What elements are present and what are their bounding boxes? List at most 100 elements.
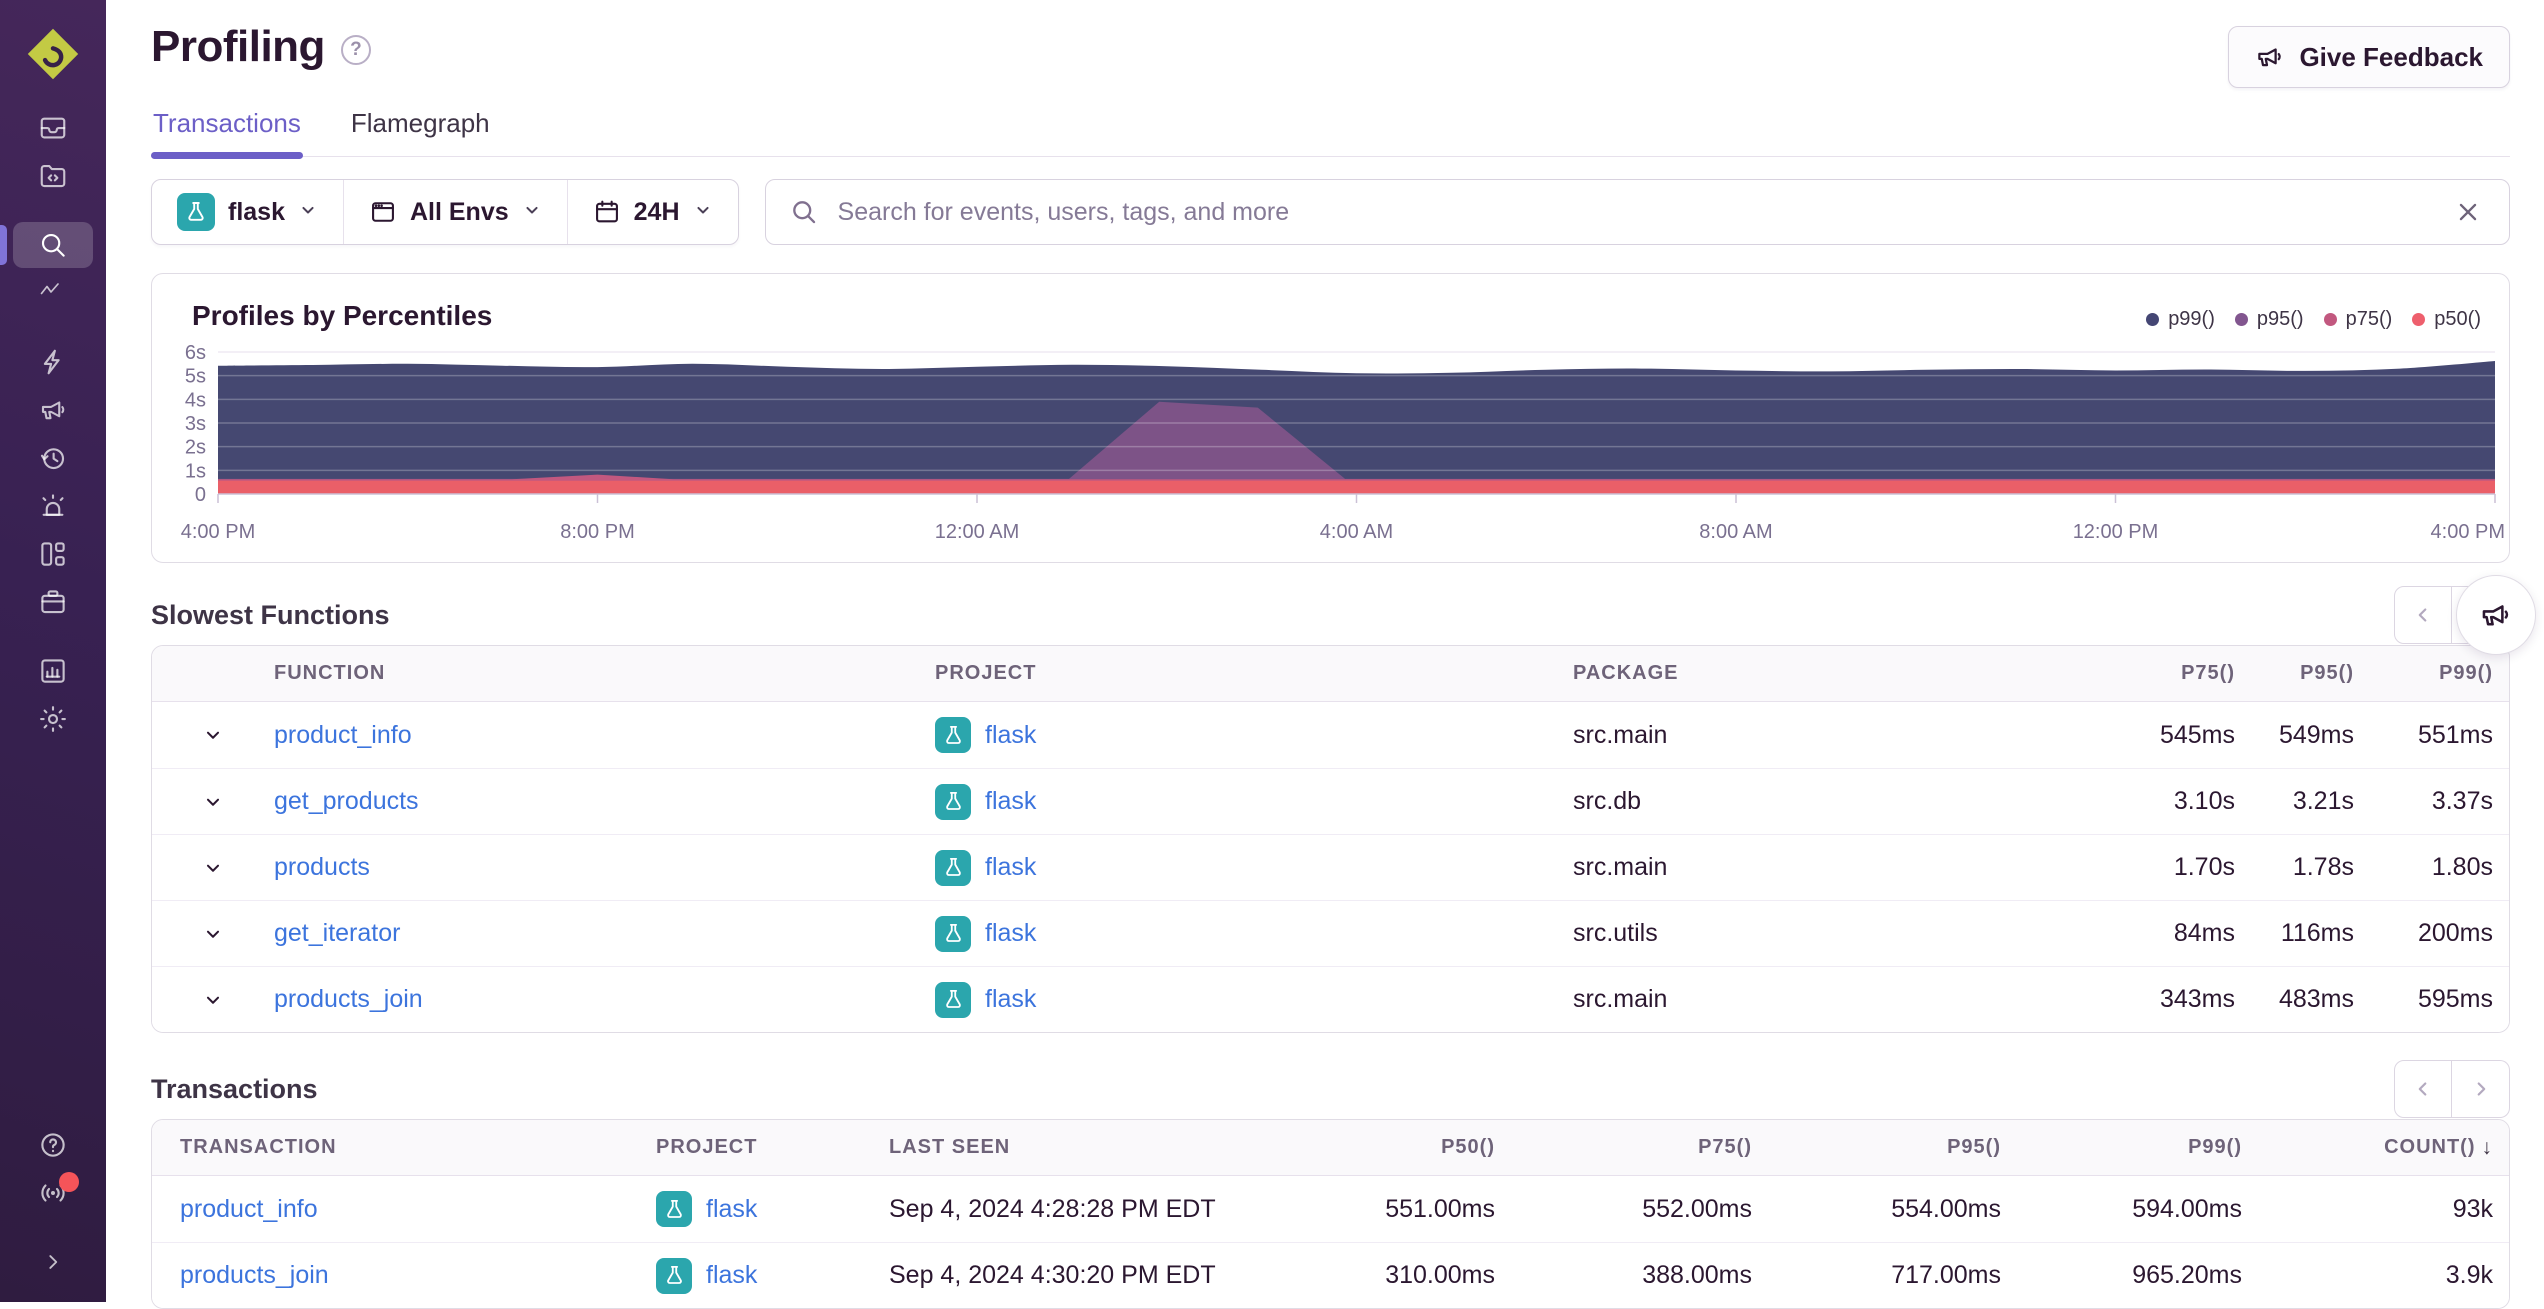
table-row: product_info flask src.main 545ms 549ms … — [152, 702, 2509, 768]
p95-cell: 483ms — [2278, 985, 2354, 1013]
column-header[interactable]: PACKAGE — [1573, 662, 2131, 685]
function-link[interactable]: products — [274, 853, 370, 882]
column-header[interactable]: LAST SEEN — [889, 1136, 1271, 1159]
project-filter[interactable]: flask — [152, 180, 343, 244]
sidebar-collapse-button[interactable] — [13, 1239, 93, 1285]
project-link[interactable]: flask — [985, 721, 1036, 750]
transaction-link[interactable]: product_info — [180, 1195, 318, 1224]
column-header[interactable]: P75() — [2131, 662, 2251, 685]
sidebar-item-issues[interactable] — [13, 105, 93, 151]
column-header[interactable]: P99() — [2017, 1136, 2258, 1159]
profiles-by-percentiles-panel: Profiles by Percentiles p99() p95() p75(… — [151, 273, 2510, 563]
function-link[interactable]: products_join — [274, 985, 423, 1014]
transactions-title: Transactions — [151, 1073, 318, 1104]
column-header[interactable]: COUNT() ↓ — [2258, 1136, 2509, 1160]
table-row: product_info flask Sep 4, 2024 4:28:28 P… — [152, 1176, 2509, 1242]
slowest-functions-table: FUNCTION PROJECT PACKAGE P75() P95() P99() pr… — [151, 645, 2510, 1033]
expand-row-button[interactable] — [196, 917, 230, 951]
sidebar-item-insights[interactable] — [13, 339, 93, 385]
sidebar-item-alerts[interactable] — [13, 483, 93, 529]
sentry-logo-icon[interactable] — [25, 26, 81, 82]
sidebar-item-explore[interactable] — [0, 222, 93, 268]
filter-bar: flask All Envs 24H — [151, 179, 2510, 245]
project-link[interactable]: flask — [706, 1261, 757, 1290]
chevron-down-icon — [693, 198, 713, 227]
tab-bar: Transactions Flamegraph — [151, 96, 2510, 159]
previous-page-button[interactable] — [2394, 1060, 2452, 1118]
flask-platform-icon — [935, 981, 971, 1018]
next-page-button[interactable] — [2452, 1060, 2510, 1118]
previous-page-button[interactable] — [2394, 586, 2452, 644]
project-link[interactable]: flask — [985, 853, 1036, 882]
column-header[interactable]: P95() — [1768, 1136, 2017, 1159]
megaphone-icon — [41, 401, 65, 420]
chevron-down-icon — [206, 930, 220, 938]
tab-flamegraph[interactable]: Flamegraph — [349, 96, 492, 156]
date-range-filter[interactable]: 24H — [566, 180, 738, 244]
legend-item[interactable]: p95() — [2234, 308, 2304, 331]
column-header[interactable]: PROJECT — [656, 1136, 889, 1159]
chevron-down-icon — [298, 198, 318, 227]
sidebar-item-stats[interactable] — [13, 648, 93, 694]
transaction-link[interactable]: products_join — [180, 1261, 329, 1290]
expand-row-button[interactable] — [196, 718, 230, 752]
project-link[interactable]: flask — [985, 919, 1036, 948]
sidebar-item-dashboards[interactable] — [13, 531, 93, 577]
column-header[interactable]: P95() — [2251, 662, 2370, 685]
p99-cell: 965.20ms — [2132, 1261, 2242, 1289]
legend-dot-icon — [2146, 313, 2160, 326]
question-circle-icon[interactable]: ? — [340, 35, 371, 65]
legend-item[interactable]: p75() — [2323, 308, 2392, 331]
chart-title: Profiles by Percentiles — [192, 300, 493, 331]
function-link[interactable]: get_iterator — [274, 919, 400, 948]
function-link[interactable]: product_info — [274, 721, 412, 750]
column-header[interactable]: P75() — [1511, 1136, 1768, 1159]
project-link[interactable]: flask — [985, 787, 1036, 816]
svg-text:4:00 AM: 4:00 AM — [1320, 521, 1393, 543]
column-header[interactable]: PROJECT — [935, 662, 1573, 685]
transactions-table: TRANSACTION PROJECT LAST SEEN P50() P75() P95… — [151, 1119, 2510, 1309]
tab-transactions[interactable]: Transactions — [151, 96, 303, 159]
legend-item[interactable]: p99() — [2146, 308, 2215, 331]
give-feedback-button[interactable]: Give Feedback — [2228, 26, 2510, 88]
sidebar-item-projects[interactable] — [13, 153, 93, 199]
expand-row-button[interactable] — [196, 983, 230, 1017]
expand-row-button[interactable] — [196, 785, 230, 819]
package-cell: src.main — [1573, 720, 1668, 749]
clear-search-button[interactable] — [2451, 195, 2485, 229]
p99-cell: 1.80s — [2431, 853, 2493, 881]
percentiles-chart: 4:00 PM 8:00 PM 12:00 AM 4:00 AM 8:00 AM 12:0… — [158, 344, 2505, 543]
sidebar-item-settings[interactable] — [13, 696, 93, 742]
p75-cell: 552.00ms — [1642, 1194, 1752, 1223]
column-header[interactable]: FUNCTION — [274, 662, 935, 685]
column-header[interactable]: TRANSACTION — [152, 1136, 656, 1159]
line-chart-icon — [40, 283, 59, 295]
floating-feedback-button[interactable] — [2456, 575, 2536, 655]
expand-row-button[interactable] — [196, 851, 230, 885]
search-input[interactable] — [835, 196, 2433, 228]
grid-icon — [41, 542, 65, 566]
sidebar-item-releases[interactable] — [13, 579, 93, 625]
sidebar-item-whats-new[interactable] — [13, 1170, 93, 1216]
function-link[interactable]: get_products — [274, 787, 419, 816]
project-link[interactable]: flask — [985, 985, 1036, 1014]
sidebar-item-feedback[interactable] — [13, 387, 93, 433]
sidebar-nav — [0, 104, 93, 743]
p95-cell: 554.00ms — [1891, 1194, 2001, 1223]
transactions-pager — [2394, 1060, 2510, 1118]
sidebar-item-crons[interactable] — [13, 435, 93, 481]
project-link[interactable]: flask — [706, 1195, 757, 1224]
sidebar-item-traces[interactable] — [13, 270, 93, 316]
help-icon — [41, 1133, 65, 1157]
flask-platform-icon — [935, 849, 971, 886]
chevron-down-icon — [206, 864, 220, 872]
legend-item[interactable]: p50() — [2412, 308, 2481, 331]
p99-cell: 595ms — [2417, 985, 2493, 1013]
column-header[interactable]: P50() — [1271, 1136, 1511, 1159]
p75-cell: 3.10s — [2173, 787, 2235, 815]
environment-filter[interactable]: All Envs — [342, 180, 567, 244]
column-header[interactable]: P99() — [2370, 662, 2509, 685]
chevron-left-icon — [2418, 608, 2427, 622]
sidebar-item-help[interactable] — [13, 1122, 93, 1168]
calendar-icon — [595, 200, 618, 223]
